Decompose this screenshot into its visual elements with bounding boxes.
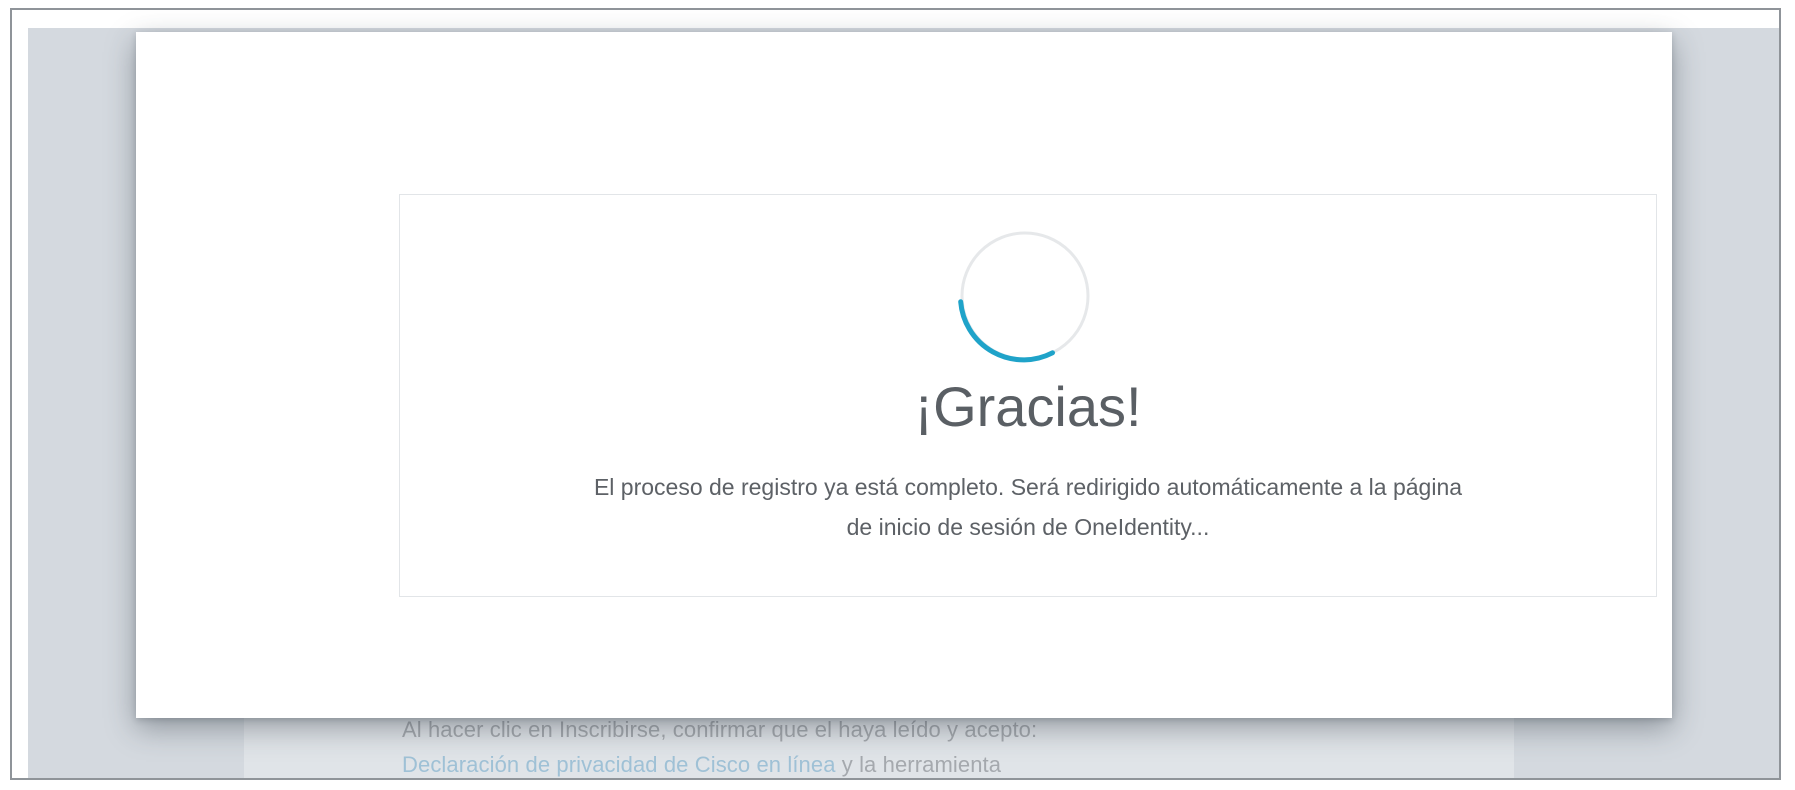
redirect-message-line-2: de inicio de sesión de OneIdentity... — [846, 514, 1210, 540]
redirect-message: El proceso de registro ya está completo.… — [440, 467, 1616, 547]
registration-complete-modal: ¡Gracias! El proceso de registro ya está… — [136, 32, 1672, 718]
privacy-continuation-text: y la herramienta — [835, 752, 1002, 777]
thank-you-title: ¡Gracias! — [914, 375, 1142, 438]
loading-spinner-icon — [950, 221, 1100, 371]
spinner-arc — [958, 299, 1055, 363]
confirmation-card: ¡Gracias! El proceso de registro ya está… — [399, 194, 1657, 597]
privacy-statement-link[interactable]: Declaración de privacidad de Cisco en lí… — [402, 752, 836, 777]
privacy-statement-line: Declaración de privacidad de Cisco en lí… — [402, 752, 1001, 778]
consent-text: Al hacer clic en Inscribirse, confirmar … — [402, 717, 1038, 742]
spinner-graphic — [958, 231, 1090, 363]
redirect-message-line-1: El proceso de registro ya está completo.… — [593, 474, 1463, 500]
screenshot-frame: Al hacer clic en Inscribirse, confirmar … — [10, 8, 1781, 780]
